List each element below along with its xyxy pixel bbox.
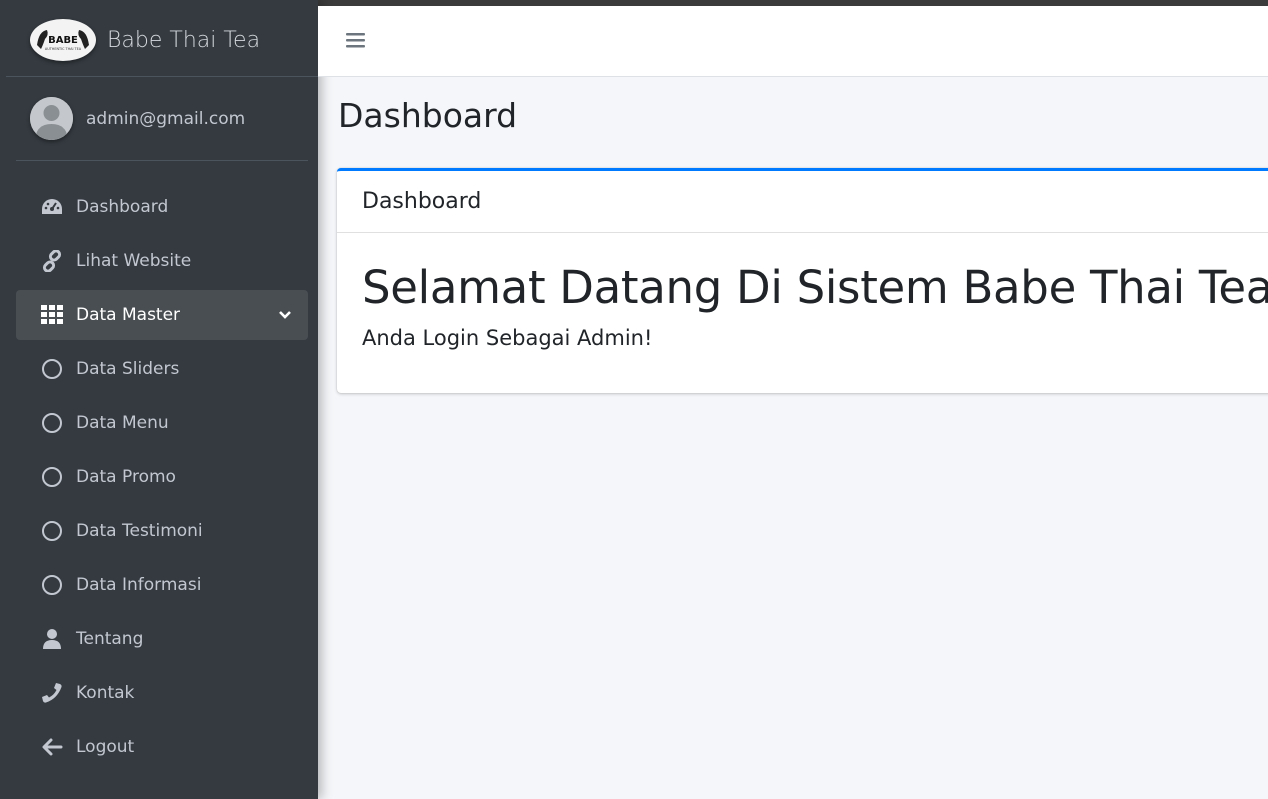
sidebar-item-label: Data Menu <box>76 413 169 433</box>
dashboard-card: Dashboard Selamat Datang Di Sistem Babe … <box>337 168 1268 393</box>
sidebar-item-label: Logout <box>76 737 135 757</box>
sidebar-item-label: Tentang <box>76 629 144 649</box>
top-navbar <box>318 6 1268 77</box>
sidebar-item-label: Data Testimoni <box>76 521 203 541</box>
arrow-left-icon <box>40 735 64 759</box>
sidebar-item-label: Data Sliders <box>76 359 180 379</box>
circle-icon <box>40 357 64 381</box>
user-email[interactable]: admin@gmail.com <box>86 109 245 129</box>
card-header: Dashboard <box>337 171 1268 233</box>
brand-link[interactable]: BABE AUTHENTIC THAI TEA Babe Thai Tea <box>6 4 318 77</box>
sidebar-nav: Dashboard Lihat Website Data Master Data… <box>16 180 308 774</box>
brand-name: Babe Thai Tea <box>107 27 261 53</box>
sidebar-item-data-menu[interactable]: Data Menu <box>16 396 308 450</box>
circle-icon <box>40 519 64 543</box>
page-title: Dashboard <box>338 96 518 135</box>
circle-icon <box>40 411 64 435</box>
welcome-heading: Selamat Datang Di Sistem Babe Thai Tea! <box>362 261 1268 314</box>
sidebar-item-dashboard[interactable]: Dashboard <box>16 180 308 234</box>
sidebar-item-data-informasi[interactable]: Data Informasi <box>16 558 308 612</box>
brand-logo: BABE AUTHENTIC THAI TEA <box>30 19 96 61</box>
sidebar-item-data-testimoni[interactable]: Data Testimoni <box>16 504 308 558</box>
sidebar-item-data-master[interactable]: Data Master <box>16 290 308 340</box>
sidebar-item-label: Data Informasi <box>76 575 202 595</box>
sidebar-item-tentang[interactable]: Tentang <box>16 612 308 666</box>
circle-icon <box>40 573 64 597</box>
sidebar-item-data-promo[interactable]: Data Promo <box>16 450 308 504</box>
grid-icon <box>40 303 64 327</box>
sidebar-item-label: Dashboard <box>76 197 169 217</box>
svg-text:AUTHENTIC THAI TEA: AUTHENTIC THAI TEA <box>45 47 82 51</box>
svg-text:BABE: BABE <box>48 35 78 46</box>
sidebar-item-logout[interactable]: Logout <box>16 720 308 774</box>
user-icon <box>40 627 64 651</box>
phone-icon <box>40 681 64 705</box>
link-icon <box>40 249 64 273</box>
card-body: Selamat Datang Di Sistem Babe Thai Tea! … <box>337 261 1268 350</box>
sidebar-item-kontak[interactable]: Kontak <box>16 666 308 720</box>
circle-icon <box>40 465 64 489</box>
hamburger-menu-icon[interactable] <box>346 31 366 53</box>
user-panel: admin@gmail.com <box>16 77 308 161</box>
login-role-text: Anda Login Sebagai Admin! <box>362 326 653 350</box>
sidebar-item-label: Kontak <box>76 683 135 703</box>
avatar[interactable] <box>30 97 73 140</box>
sidebar-item-data-sliders[interactable]: Data Sliders <box>16 342 308 396</box>
dashboard-icon <box>40 195 64 219</box>
sidebar-item-label: Data Master <box>76 305 181 325</box>
sidebar-item-label: Data Promo <box>76 467 176 487</box>
sidebar-item-label: Lihat Website <box>76 251 192 271</box>
sidebar: BABE AUTHENTIC THAI TEA Babe Thai Tea ad… <box>0 0 318 799</box>
chevron-down-icon <box>278 305 292 325</box>
sidebar-item-lihat-website[interactable]: Lihat Website <box>16 234 308 288</box>
